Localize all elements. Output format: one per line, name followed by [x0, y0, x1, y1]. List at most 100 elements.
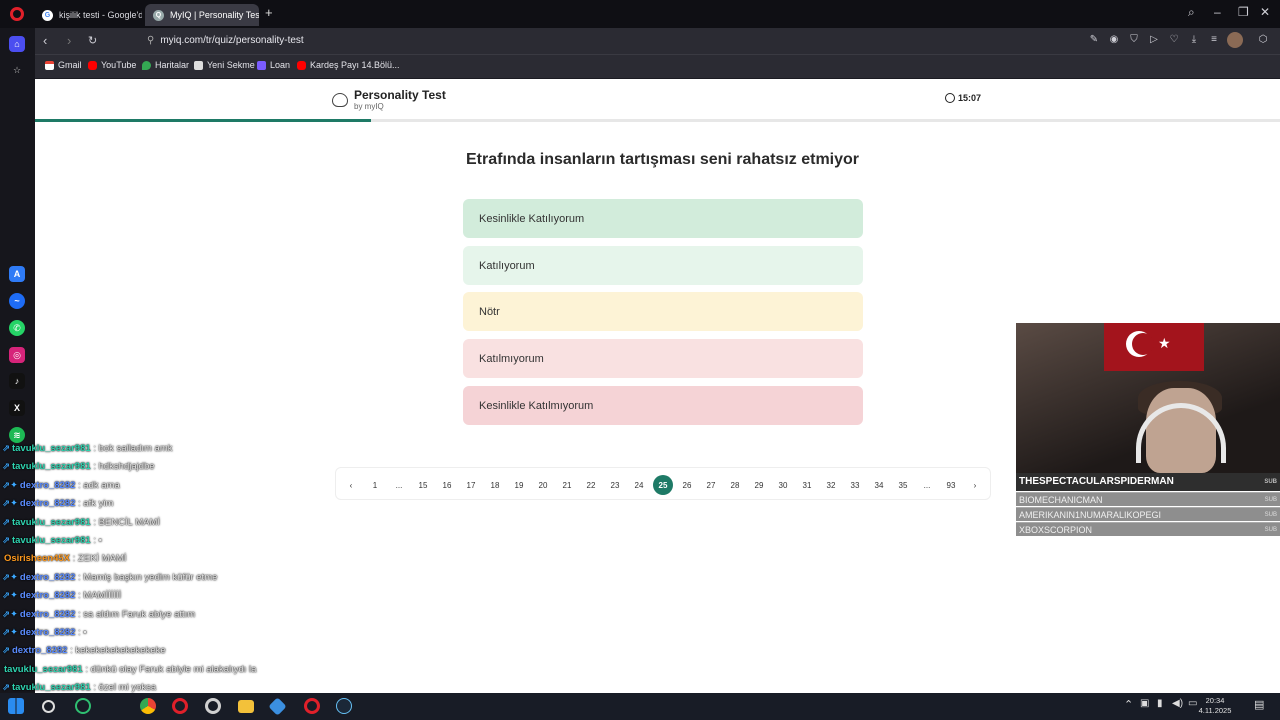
tray-chevron-icon[interactable]: ⌃: [1124, 698, 1133, 711]
quiz-logo[interactable]: Personality Test by myIQ: [332, 88, 446, 112]
page-93-button[interactable]: 93: [941, 475, 961, 495]
tiktok-icon[interactable]: ♪: [9, 373, 25, 389]
chat-message: ⇗ tavuklu_sezar981 : BENCİL MAMİ: [2, 517, 160, 529]
instagram-icon[interactable]: ◎: [9, 347, 25, 363]
star-icon[interactable]: ☆: [9, 62, 25, 78]
answer-agree[interactable]: Katılıyorum: [463, 246, 863, 285]
page-30-button[interactable]: 30: [773, 475, 793, 495]
bookmark-maps[interactable]: Haritalar: [142, 60, 189, 70]
chrome-icon[interactable]: [140, 698, 156, 714]
answer-neutral[interactable]: Nötr: [463, 292, 863, 331]
page-24-button[interactable]: 24: [629, 475, 649, 495]
page-21-button[interactable]: 21: [557, 475, 577, 495]
recent-sub: BIOMECHANICMAN SUB: [1016, 492, 1280, 506]
page-35-button[interactable]: 35: [893, 475, 913, 495]
page-28-button[interactable]: 28: [725, 475, 745, 495]
page-15-button[interactable]: 15: [413, 475, 433, 495]
minimize-icon[interactable]: –: [1214, 5, 1221, 19]
windows-start-icon[interactable]: [8, 698, 24, 714]
recent-sub: AMERIKANIN1NUMARALIKOPEGI SUB: [1016, 507, 1280, 521]
opera-logo-icon[interactable]: [10, 7, 24, 21]
page-32-button[interactable]: 32: [821, 475, 841, 495]
task-view-icon[interactable]: [75, 698, 91, 714]
crescent-mask: [1132, 333, 1154, 355]
bookmark-loan[interactable]: Loan: [257, 60, 290, 70]
search-tabs-icon[interactable]: ⌕: [1188, 5, 1195, 20]
tab-google-search[interactable]: G kişilik testi - Google'da Ar: [34, 4, 142, 26]
bookmark-gmail[interactable]: Gmail: [45, 60, 82, 70]
url-field[interactable]: ⚲ myiq.com/tr/quiz/personality-test: [147, 33, 304, 49]
bookmark-new-tab[interactable]: Yeni Sekme: [194, 60, 255, 70]
bookmark-label: Loan: [270, 60, 291, 70]
close-window-icon[interactable]: ✕: [1260, 5, 1270, 19]
quiz-subtitle: by myIQ: [354, 102, 384, 111]
maps-icon: [142, 60, 151, 70]
opera-gx-icon-2[interactable]: [304, 698, 320, 714]
download-icon[interactable]: ⤓: [1188, 34, 1200, 46]
bookmark-label: Gmail: [58, 60, 82, 70]
tab-myiq[interactable]: Q MyIQ | Personality Test: [145, 4, 259, 26]
loan-icon: [257, 60, 266, 70]
clock-date: 4.11.2025: [1198, 706, 1232, 715]
page-27-button[interactable]: 27: [701, 475, 721, 495]
avatar[interactable]: [1227, 32, 1243, 48]
reload-icon[interactable]: ↻: [88, 33, 97, 49]
whatsapp-icon[interactable]: ✆: [9, 320, 25, 336]
tray-volume-icon[interactable]: ◀): [1172, 698, 1183, 709]
prev-page-button[interactable]: ‹: [341, 475, 361, 495]
page-1-button[interactable]: 1: [365, 475, 385, 495]
messenger-icon[interactable]: ~: [9, 293, 25, 309]
chat-badge-icon: ⇗: [2, 535, 10, 546]
chat-username: tavuklu_sezar981: [11, 461, 91, 473]
play-icon[interactable]: ▷: [1148, 34, 1160, 46]
page-33-button[interactable]: 33: [845, 475, 865, 495]
answer-strongly-agree[interactable]: Kesinlikle Katılıyorum: [463, 199, 863, 238]
page-16-button[interactable]: 16: [437, 475, 457, 495]
x-icon[interactable]: X: [9, 400, 25, 416]
answer-strongly-disagree[interactable]: Kesinlikle Katılmıyorum: [463, 386, 863, 425]
menu-icon[interactable]: ≡: [1208, 34, 1220, 46]
app-icon[interactable]: [268, 697, 287, 716]
page-23-button[interactable]: 23: [605, 475, 625, 495]
page-22-button[interactable]: 22: [581, 475, 601, 495]
page-19-button[interactable]: 19: [509, 475, 529, 495]
opera-gx-icon[interactable]: [205, 698, 221, 714]
page-34-button[interactable]: 34: [869, 475, 889, 495]
file-explorer-icon[interactable]: [238, 700, 254, 713]
system-clock[interactable]: 20:34 4.11.2025: [1196, 696, 1234, 716]
tab-label: kişilik testi - Google'da Ar: [59, 10, 142, 20]
search-icon[interactable]: [42, 700, 55, 713]
page-25-button[interactable]: 25: [653, 475, 673, 495]
shield-icon[interactable]: ⛉: [1128, 34, 1140, 46]
tray-network-icon[interactable]: ▮: [1157, 698, 1163, 709]
answer-disagree[interactable]: Katılmıyorum: [463, 339, 863, 378]
page-31-button[interactable]: 31: [797, 475, 817, 495]
next-page-button[interactable]: ›: [965, 475, 985, 495]
bookmark-youtube[interactable]: YouTube: [88, 60, 136, 70]
page-18-button[interactable]: 18: [485, 475, 505, 495]
new-tab-button[interactable]: +: [265, 5, 273, 20]
recent-sub-name: AMERIKANIN1NUMARALIKOPEGI: [1019, 510, 1162, 520]
back-icon[interactable]: ‹: [43, 33, 47, 49]
progress-bar: [35, 119, 1280, 122]
page-29-button[interactable]: 29: [749, 475, 769, 495]
tray-app-icon[interactable]: ▣: [1140, 698, 1149, 709]
camera-icon[interactable]: ◉: [1108, 34, 1120, 46]
spotify-icon[interactable]: ≋: [9, 427, 25, 443]
bookmark-kardes-payi[interactable]: Kardeş Payı 14.Bölü...: [297, 60, 400, 70]
app-store-icon[interactable]: A: [9, 266, 25, 282]
steam-icon[interactable]: [336, 698, 352, 714]
home-icon[interactable]: ⌂: [9, 36, 25, 52]
forward-icon[interactable]: ›: [67, 33, 71, 49]
page-26-button[interactable]: 26: [677, 475, 697, 495]
maximize-icon[interactable]: ❐: [1238, 5, 1249, 19]
chat-username: Osirisheen45X: [4, 553, 71, 565]
chat-badge-icon: ⇗✦: [2, 608, 18, 620]
notifications-icon[interactable]: ▤: [1254, 698, 1264, 711]
extensions-icon[interactable]: ⬡: [1257, 34, 1269, 46]
page-17-button[interactable]: 17: [461, 475, 481, 495]
heart-icon[interactable]: ♡: [1168, 34, 1180, 46]
edit-icon[interactable]: ✎: [1088, 34, 1100, 46]
page-20-button[interactable]: 20: [533, 475, 553, 495]
opera-taskbar-icon[interactable]: [172, 698, 188, 714]
